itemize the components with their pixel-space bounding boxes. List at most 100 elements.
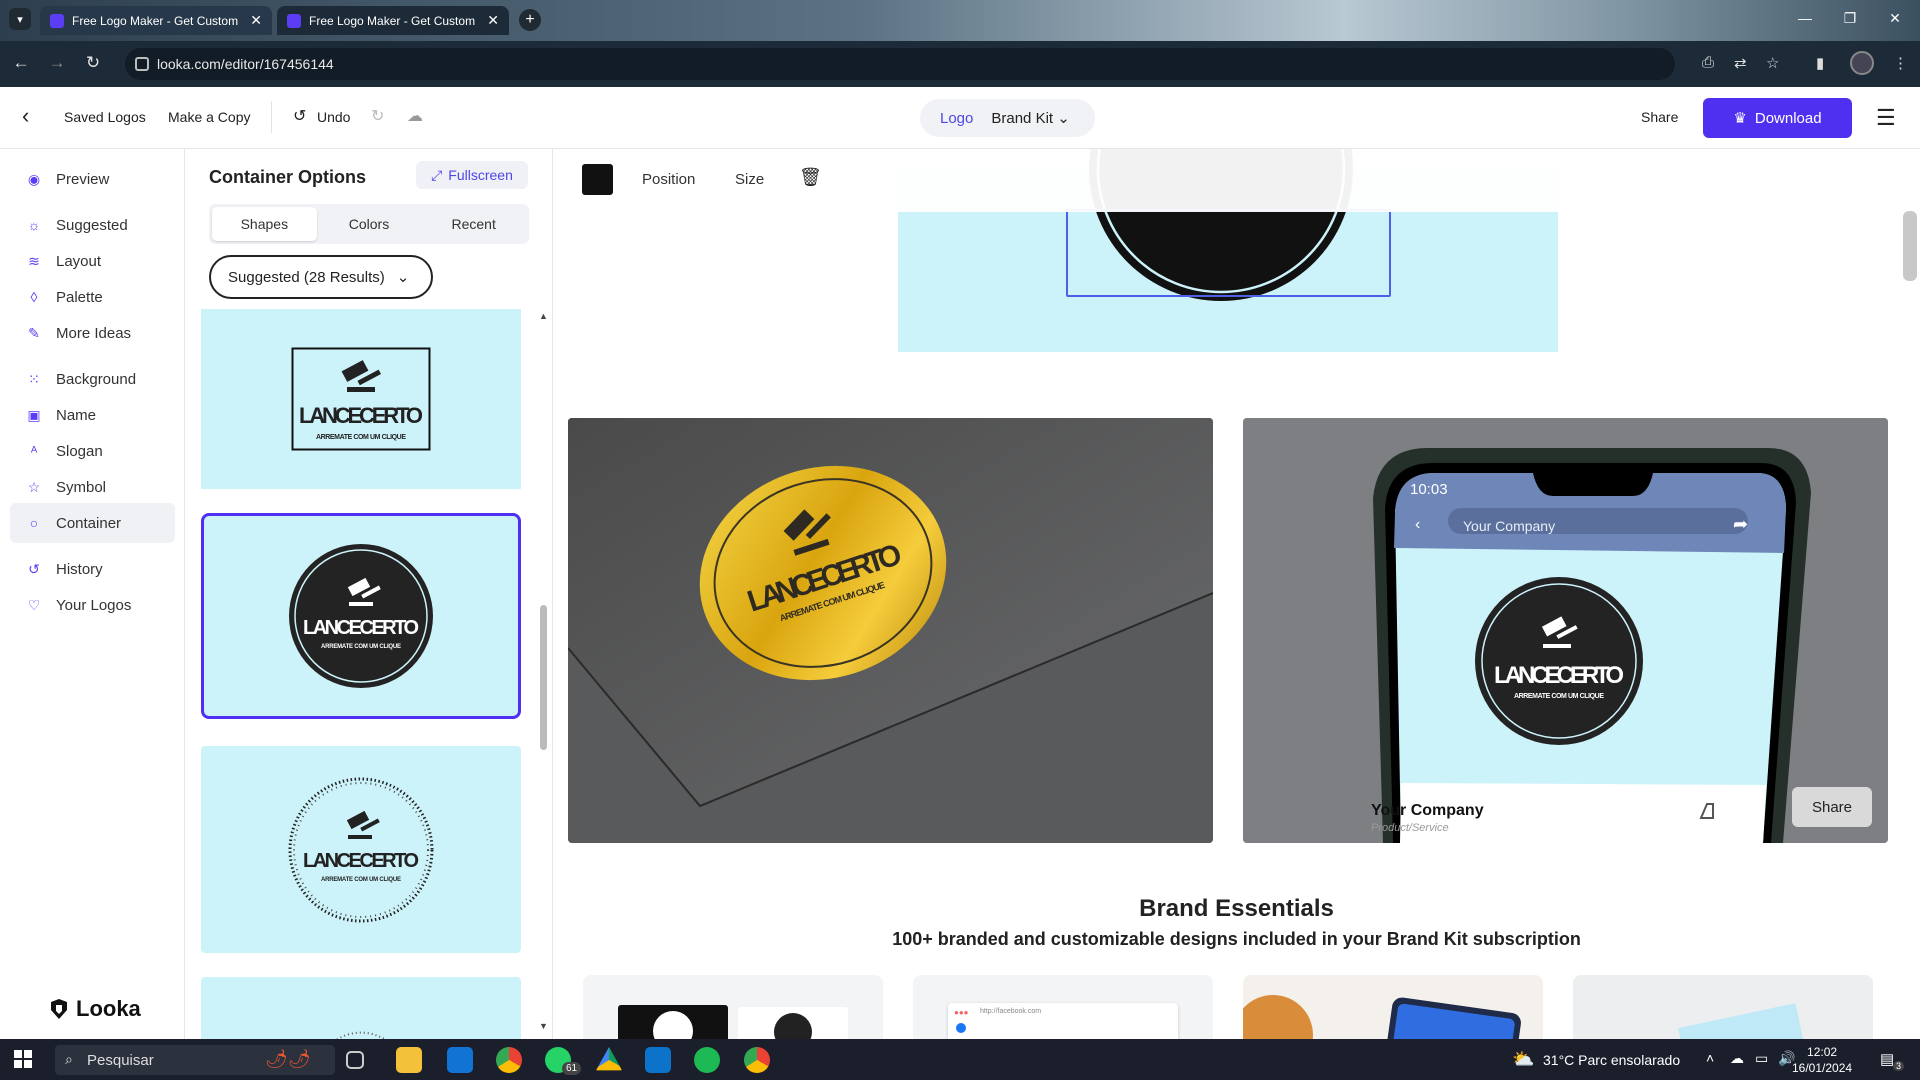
vscode-icon[interactable] <box>645 1047 671 1073</box>
spotify-icon[interactable] <box>694 1047 720 1073</box>
facebook-icon <box>956 1023 966 1033</box>
sidebar-item-container[interactable]: ○ Container <box>10 503 175 543</box>
cloud-save-icon: ☁ <box>407 108 423 125</box>
file-explorer-icon[interactable] <box>396 1047 422 1073</box>
close-window-icon[interactable]: ✕ <box>1885 10 1905 27</box>
browser-menu-icon[interactable]: ⋮ <box>1893 54 1908 72</box>
sidebar-item-suggested[interactable]: ☼ Suggested <box>10 205 175 245</box>
tab-recent[interactable]: Recent <box>421 207 526 241</box>
close-tab-icon[interactable]: ✕ <box>487 12 499 29</box>
sidebar-item-background[interactable]: ⁙ Background <box>10 359 175 399</box>
sidebar-item-preview[interactable]: ◉ Preview <box>10 159 175 199</box>
taskbar-clock[interactable]: 12:02 16/01/2024 <box>1792 1044 1852 1076</box>
chrome-icon-2[interactable] <box>744 1047 770 1073</box>
network-icon[interactable]: ☁ <box>1730 1050 1744 1067</box>
window-dots-icon: ●●● <box>954 1008 969 1017</box>
google-drive-icon[interactable] <box>596 1047 622 1071</box>
grid-icon: ⁙ <box>28 370 40 387</box>
tab-shapes[interactable]: Shapes <box>212 207 317 241</box>
looka-mark-icon <box>51 999 67 1019</box>
taskbar-search[interactable]: ⌕ Pesquisar 🌶🌶 <box>55 1045 335 1075</box>
bookmark-star-icon[interactable]: ☆ <box>1766 54 1779 72</box>
essential-card-facebook[interactable]: ●●● http://facebook.com <box>913 975 1213 1039</box>
fullscreen-button[interactable]: ⤢ Fullscreen <box>416 161 528 189</box>
chrome-icon[interactable] <box>496 1047 522 1073</box>
mockup-image: LANCECERTO ARREMATE COM UM CLIQUE <box>568 418 1213 843</box>
make-copy-link[interactable]: Make a Copy <box>168 109 250 125</box>
weather-text[interactable]: 31°C Parc ensolarado <box>1543 1052 1680 1068</box>
redo-icon[interactable]: ↻ <box>371 106 384 126</box>
undo-icon[interactable]: ↺ <box>293 106 306 126</box>
sidebar-item-label: Container <box>56 514 122 532</box>
editor-canvas: Position Size 🗑 LANCECERTO ARREMATE COM … <box>553 149 1920 1039</box>
essential-card-business-cards[interactable] <box>583 975 883 1039</box>
scroll-up-icon[interactable]: ▲ <box>539 311 548 321</box>
new-tab-button[interactable]: + <box>519 9 541 31</box>
reload-icon[interactable]: ↻ <box>82 53 104 73</box>
sidebar-item-slogan[interactable]: ᴬ Slogan <box>10 431 175 471</box>
close-tab-icon[interactable]: ✕ <box>250 12 262 29</box>
task-view-icon[interactable] <box>346 1051 364 1069</box>
page-scrollbar-thumb[interactable] <box>1903 211 1917 281</box>
color-swatch[interactable] <box>582 164 613 195</box>
url-field[interactable]: looka.com/editor/167456144 <box>125 48 1675 80</box>
tray-chevron-icon[interactable]: ˄ <box>1706 1050 1714 1066</box>
saved-logos-link[interactable]: Saved Logos <box>64 109 146 125</box>
history-icon: ↺ <box>28 560 40 577</box>
tab-search-button[interactable]: ▾ <box>9 8 31 30</box>
outlook-icon[interactable] <box>447 1047 473 1073</box>
install-app-icon[interactable]: ⎙ <box>1702 54 1714 71</box>
browser-tab-1[interactable]: Free Logo Maker - Get Custom ✕ <box>40 6 272 35</box>
sidebar-item-name[interactable]: ▣ Name <box>10 395 175 435</box>
sidebar-item-label: Your Logos <box>56 596 132 614</box>
tab-colors[interactable]: Colors <box>317 207 422 241</box>
browser-tab-2[interactable]: Free Logo Maker - Get Custom ✕ <box>277 6 509 35</box>
hamburger-menu-icon[interactable]: ☰ <box>1876 105 1896 131</box>
browser-tab-bar: ▾ Free Logo Maker - Get Custom ✕ Free Lo… <box>0 0 1920 41</box>
share-button[interactable]: Share <box>1641 109 1678 125</box>
mode-brandkit-tab[interactable]: Brand Kit ⌄ <box>991 109 1069 127</box>
container-option-partial[interactable] <box>201 977 521 1039</box>
windows-start-icon[interactable] <box>14 1050 32 1068</box>
sidebar-item-palette[interactable]: ◊ Palette <box>10 277 175 317</box>
gold-sticker-mockup[interactable]: LANCECERTO ARREMATE COM UM CLIQUE <box>568 418 1213 843</box>
position-button[interactable]: Position <box>642 171 695 188</box>
mode-logo-tab[interactable]: Logo <box>940 110 973 127</box>
suggested-dropdown[interactable]: Suggested (28 Results) ⌄ <box>209 255 433 299</box>
scrollbar-thumb[interactable] <box>540 605 547 750</box>
essential-card-stationery[interactable] <box>1573 975 1873 1039</box>
back-chevron-icon[interactable]: ‹ <box>22 103 29 129</box>
sidebar-item-layout[interactable]: ≋ Layout <box>10 241 175 281</box>
sidebar-item-symbol[interactable]: ☆ Symbol <box>10 467 175 507</box>
minimize-icon[interactable]: — <box>1795 10 1815 26</box>
mockup-share-button[interactable]: Share <box>1792 787 1872 827</box>
restore-icon[interactable]: ❐ <box>1840 10 1860 27</box>
trash-icon[interactable]: 🗑 <box>799 167 822 188</box>
selection-box[interactable] <box>1066 209 1391 297</box>
container-option-dotted-circle[interactable]: LANCECERTO ARREMATE COM UM CLIQUE <box>201 746 521 953</box>
looka-logo[interactable]: Looka <box>48 996 141 1022</box>
scroll-down-icon[interactable]: ▼ <box>539 1021 548 1031</box>
sidebar-item-your-logos[interactable]: ♡ Your Logos <box>10 585 175 625</box>
sidebar-item-more-ideas[interactable]: ✎ More Ideas <box>10 313 175 353</box>
phone-time: 10:03 <box>1410 481 1448 498</box>
translate-icon[interactable]: ⇄ <box>1734 54 1747 72</box>
size-button[interactable]: Size <box>735 171 764 188</box>
essential-card-mug[interactable] <box>1243 975 1543 1039</box>
back-icon[interactable]: ← <box>10 53 32 73</box>
panel-title: Container Options <box>209 167 366 187</box>
side-panel-icon[interactable]: ▮ <box>1816 54 1824 72</box>
tab-title: Free Logo Maker - Get Custom <box>72 13 239 28</box>
mockup-image: LANCECERTO ARREMATE COM UM CLIQUE <box>1243 418 1888 843</box>
download-button[interactable]: ♛ Download <box>1703 98 1852 138</box>
forward-icon[interactable]: → <box>46 53 68 73</box>
container-option-circle-selected[interactable]: LANCECERTO ARREMATE COM UM CLIQUE <box>201 513 521 719</box>
profile-avatar[interactable] <box>1850 51 1874 75</box>
phone-mockup[interactable]: LANCECERTO ARREMATE COM UM CLIQUE 10:03 … <box>1243 418 1888 843</box>
sidebar-item-label: Name <box>56 406 97 424</box>
site-info-icon[interactable] <box>135 57 149 71</box>
container-option-square[interactable]: LANCECERTO ARREMATE COM UM CLIQUE <box>201 309 521 489</box>
undo-button[interactable]: Undo <box>317 109 350 125</box>
display-icon[interactable]: ▭ <box>1755 1050 1768 1067</box>
sidebar-item-history[interactable]: ↺ History <box>10 549 175 589</box>
